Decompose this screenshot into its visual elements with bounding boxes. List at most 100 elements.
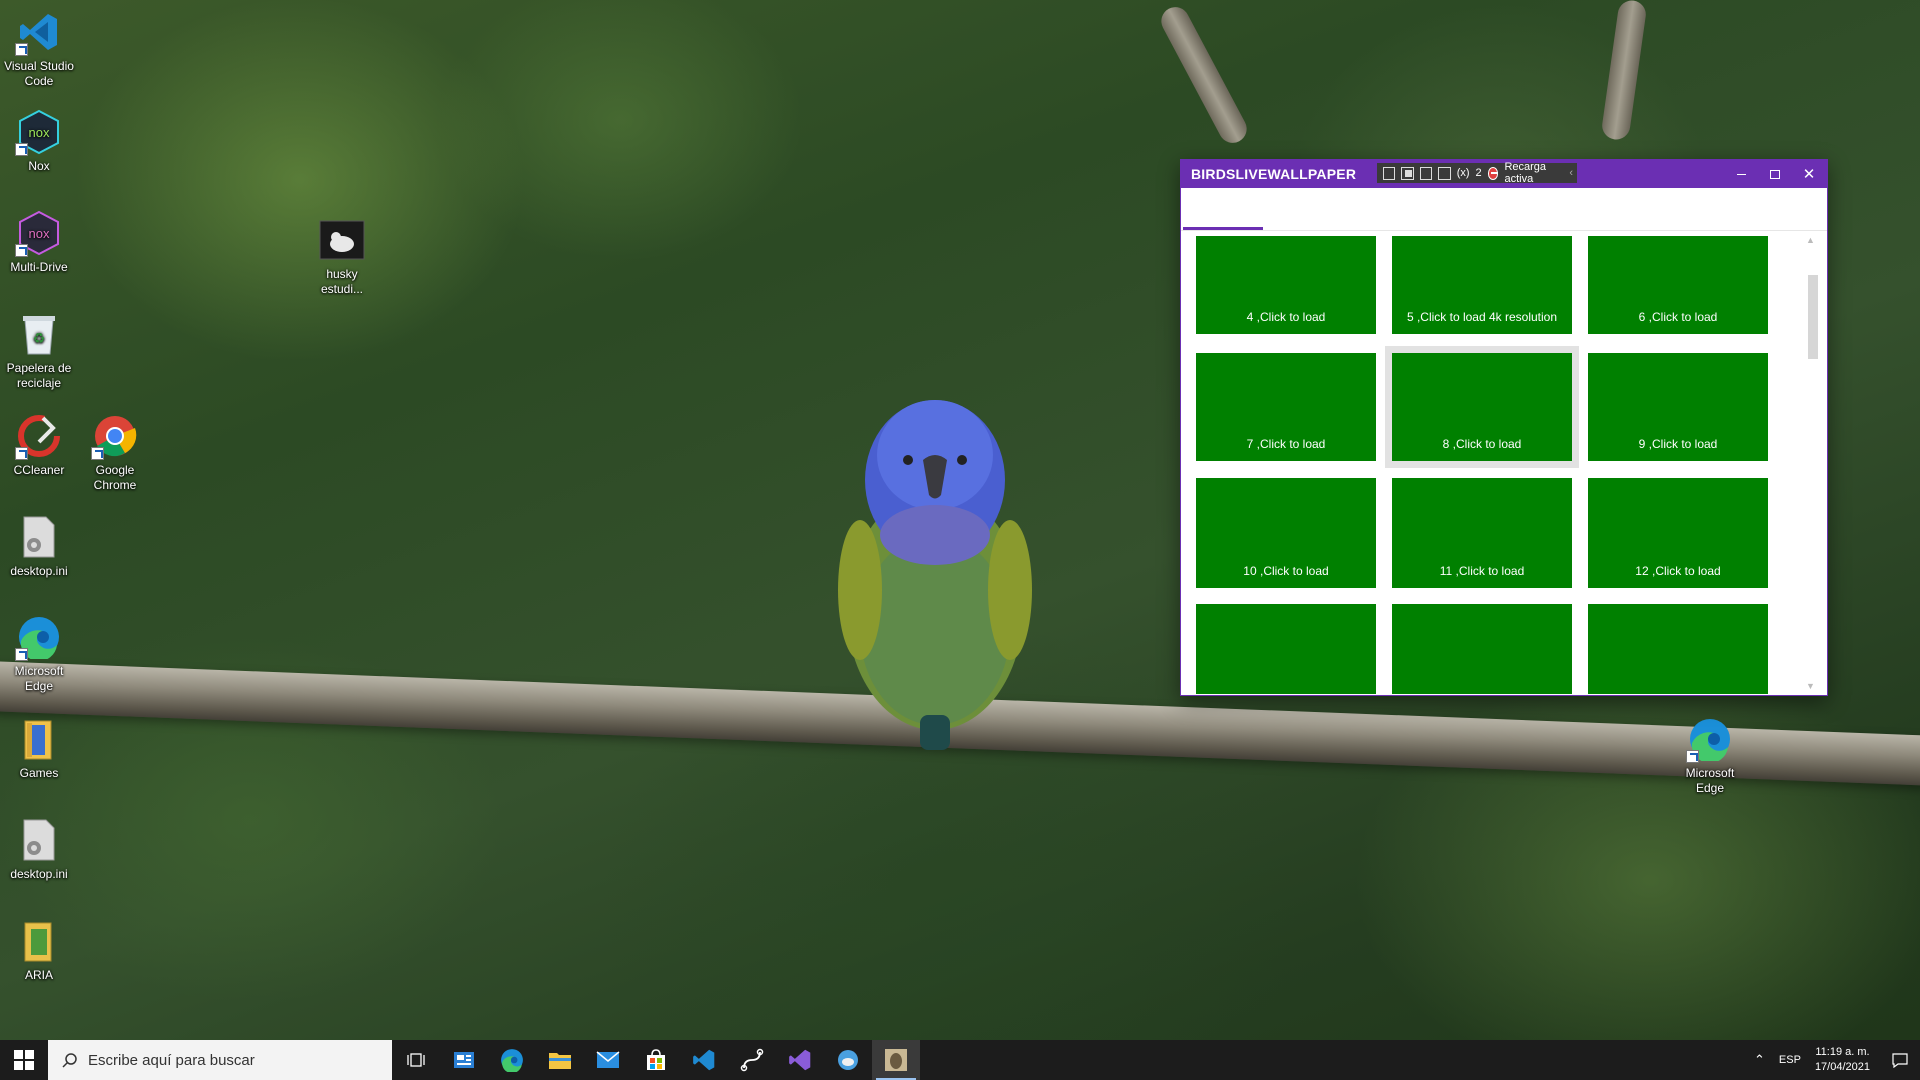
taskbar-app-connect[interactable] bbox=[728, 1040, 776, 1080]
start-button[interactable] bbox=[0, 1040, 48, 1080]
tile-label: 9 ,Click to load bbox=[1638, 437, 1718, 451]
window-titlebar[interactable]: BIRDSLIVEWALLPAPER (x) 2 Recarga activa … bbox=[1181, 160, 1827, 188]
wallpaper-tile-10[interactable]: 10 ,Click to load bbox=[1196, 478, 1376, 588]
desktop-icon-label: Nox bbox=[28, 159, 50, 173]
svg-text:♻: ♻ bbox=[33, 331, 46, 347]
clock[interactable]: 11:19 a. m. 17/04/2021 bbox=[1815, 1045, 1870, 1075]
navigation-tabs bbox=[1181, 188, 1827, 231]
taskbar-app-bird[interactable] bbox=[824, 1040, 872, 1080]
taskbar-app-mail[interactable] bbox=[584, 1040, 632, 1080]
shortcut-arrow-icon bbox=[91, 447, 104, 460]
wallpaper-tile-14[interactable] bbox=[1392, 604, 1572, 694]
aria-folder-icon bbox=[24, 922, 52, 962]
tile-label: 10 ,Click to load bbox=[1243, 564, 1329, 578]
window-title: BIRDSLIVEWALLPAPER bbox=[1191, 166, 1357, 182]
visual-studio-icon bbox=[789, 1049, 811, 1071]
birdslivewallpaper-app-icon bbox=[885, 1049, 907, 1071]
taskbar: Escribe aquí para buscar ⌃ ESP 11:19 a. … bbox=[0, 1040, 1920, 1080]
tile-label: 6 ,Click to load bbox=[1638, 310, 1718, 324]
taskbar-app-birdslivewallpaper[interactable] bbox=[872, 1040, 920, 1080]
desktop-icon-desktop-ini[interactable]: desktop.ini bbox=[1, 513, 77, 579]
selected-tab-indicator[interactable] bbox=[1183, 227, 1263, 230]
desktop-icon-microsoft-edge[interactable]: Microsoft Edge bbox=[1, 613, 77, 694]
folder-icon bbox=[24, 720, 52, 760]
shortcut-arrow-icon bbox=[1686, 750, 1699, 763]
select-element-icon[interactable] bbox=[1401, 166, 1414, 180]
desktop-icon-google-chrome[interactable]: Google Chrome bbox=[77, 412, 153, 493]
binding-failures-count: 2 bbox=[1475, 167, 1482, 179]
wallpaper-tile-11[interactable]: 11 ,Click to load bbox=[1392, 478, 1572, 588]
desktop-icon-label: desktop.ini bbox=[10, 867, 68, 881]
recycle-bin-icon: ♻ bbox=[23, 316, 55, 355]
wallpaper-twig bbox=[1600, 0, 1648, 142]
action-center-button[interactable] bbox=[1880, 1040, 1920, 1080]
desktop-icon-label: husky estudi... bbox=[320, 267, 364, 296]
scroll-up-icon[interactable]: ▲ bbox=[1806, 235, 1815, 245]
desktop-icon-nox[interactable]: nox Nox bbox=[1, 108, 77, 174]
taskbar-app-file-explorer[interactable] bbox=[536, 1040, 584, 1080]
vertical-scrollbar[interactable]: ▲ ▼ bbox=[1801, 231, 1821, 695]
desktop-icon-microsoft-edge-2[interactable]: Microsoft Edge bbox=[1672, 715, 1748, 796]
taskbar-app-visual-studio[interactable] bbox=[776, 1040, 824, 1080]
binding-failures-icon[interactable]: (x) bbox=[1457, 167, 1470, 179]
svg-text:nox: nox bbox=[29, 125, 50, 140]
settings-file-icon bbox=[23, 819, 55, 861]
taskbar-app-vscode[interactable] bbox=[680, 1040, 728, 1080]
taskbar-app-edge[interactable] bbox=[488, 1040, 536, 1080]
taskbar-search-box[interactable]: Escribe aquí para buscar bbox=[48, 1040, 392, 1080]
maximize-button[interactable] bbox=[1758, 160, 1792, 188]
desktop-icon-label: Microsoft Edge bbox=[1685, 766, 1735, 795]
desktop-icon-ccleaner[interactable]: CCleaner bbox=[1, 412, 77, 478]
display-layout-adorners-icon[interactable] bbox=[1419, 166, 1433, 180]
close-icon: ✕ bbox=[1802, 166, 1816, 183]
show-hidden-icons-chevron-icon[interactable]: ⌃ bbox=[1754, 1052, 1765, 1068]
desktop-icon-label: Google Chrome bbox=[93, 463, 137, 492]
windows-logo-icon bbox=[14, 1050, 34, 1070]
hot-reload-icon[interactable] bbox=[1487, 166, 1499, 180]
vscode-icon bbox=[693, 1049, 715, 1071]
wallpaper-tile-13[interactable] bbox=[1196, 604, 1376, 694]
desktop-icon-multi-drive[interactable]: nox Multi-Drive bbox=[1, 209, 77, 275]
go-to-live-visual-tree-icon[interactable] bbox=[1383, 166, 1396, 180]
clock-time: 11:19 a. m. bbox=[1815, 1046, 1870, 1058]
desktop-icon-aria[interactable]: ARIA bbox=[1, 917, 77, 983]
scrollbar-thumb[interactable] bbox=[1808, 275, 1818, 359]
desktop-icon-vscode[interactable]: Visual Studio Code bbox=[1, 8, 77, 89]
birdslivewallpaper-window: BIRDSLIVEWALLPAPER (x) 2 Recarga activa … bbox=[1180, 159, 1828, 696]
wallpaper-tile-7[interactable]: 7 ,Click to load bbox=[1196, 353, 1376, 461]
scroll-down-icon[interactable]: ▼ bbox=[1806, 681, 1815, 691]
desktop-icon-label: Visual Studio Code bbox=[4, 59, 74, 88]
wallpaper-tile-4[interactable]: 4 ,Click to load bbox=[1196, 236, 1376, 334]
taskbar-app-store[interactable] bbox=[632, 1040, 680, 1080]
wallpaper-tile-15[interactable] bbox=[1588, 604, 1768, 694]
desktop-icon-recycle-bin[interactable]: ♻ Papelera de reciclaje bbox=[1, 310, 77, 391]
input-language-indicator[interactable]: ESP bbox=[1779, 1054, 1801, 1066]
close-button[interactable]: ✕ bbox=[1792, 160, 1826, 188]
wallpaper-tile-12[interactable]: 12 ,Click to load bbox=[1588, 478, 1768, 588]
desktop-icon-label: ARIA bbox=[24, 968, 53, 982]
parrot-illustration bbox=[838, 400, 1032, 750]
bird-app-icon bbox=[838, 1050, 858, 1070]
collapse-toolbar-icon[interactable]: ‹ bbox=[1569, 167, 1573, 179]
news-icon bbox=[454, 1052, 474, 1068]
shortcut-arrow-icon bbox=[15, 447, 28, 460]
minimize-button[interactable] bbox=[1724, 160, 1758, 188]
hot-reload-status: Recarga activa bbox=[1504, 161, 1547, 185]
mail-icon bbox=[596, 1051, 620, 1068]
wallpaper-grid: 4 ,Click to load 5 ,Click to load 4k res… bbox=[1181, 231, 1827, 695]
taskbar-app-news[interactable] bbox=[440, 1040, 488, 1080]
tile-label: 4 ,Click to load bbox=[1246, 310, 1326, 324]
folder-icon bbox=[549, 1053, 571, 1069]
wallpaper-tile-5[interactable]: 5 ,Click to load 4k resolution bbox=[1392, 236, 1572, 334]
desktop-icon-husky[interactable]: husky estudi... bbox=[304, 216, 380, 297]
desktop-icon-desktop-ini-2[interactable]: desktop.ini bbox=[1, 816, 77, 882]
track-focus-icon[interactable] bbox=[1438, 166, 1451, 180]
task-view-button[interactable] bbox=[392, 1040, 440, 1080]
wallpaper-tile-6[interactable]: 6 ,Click to load bbox=[1588, 236, 1768, 334]
system-tray: ⌃ ESP 11:19 a. m. 17/04/2021 bbox=[1754, 1040, 1920, 1080]
desktop-icon-games[interactable]: Games bbox=[1, 715, 77, 781]
tile-label: 12 ,Click to load bbox=[1635, 564, 1721, 578]
wallpaper-tile-9[interactable]: 9 ,Click to load bbox=[1588, 353, 1768, 461]
notifications-icon bbox=[1892, 1053, 1908, 1068]
wallpaper-tile-8[interactable]: 8 ,Click to load bbox=[1385, 346, 1579, 468]
